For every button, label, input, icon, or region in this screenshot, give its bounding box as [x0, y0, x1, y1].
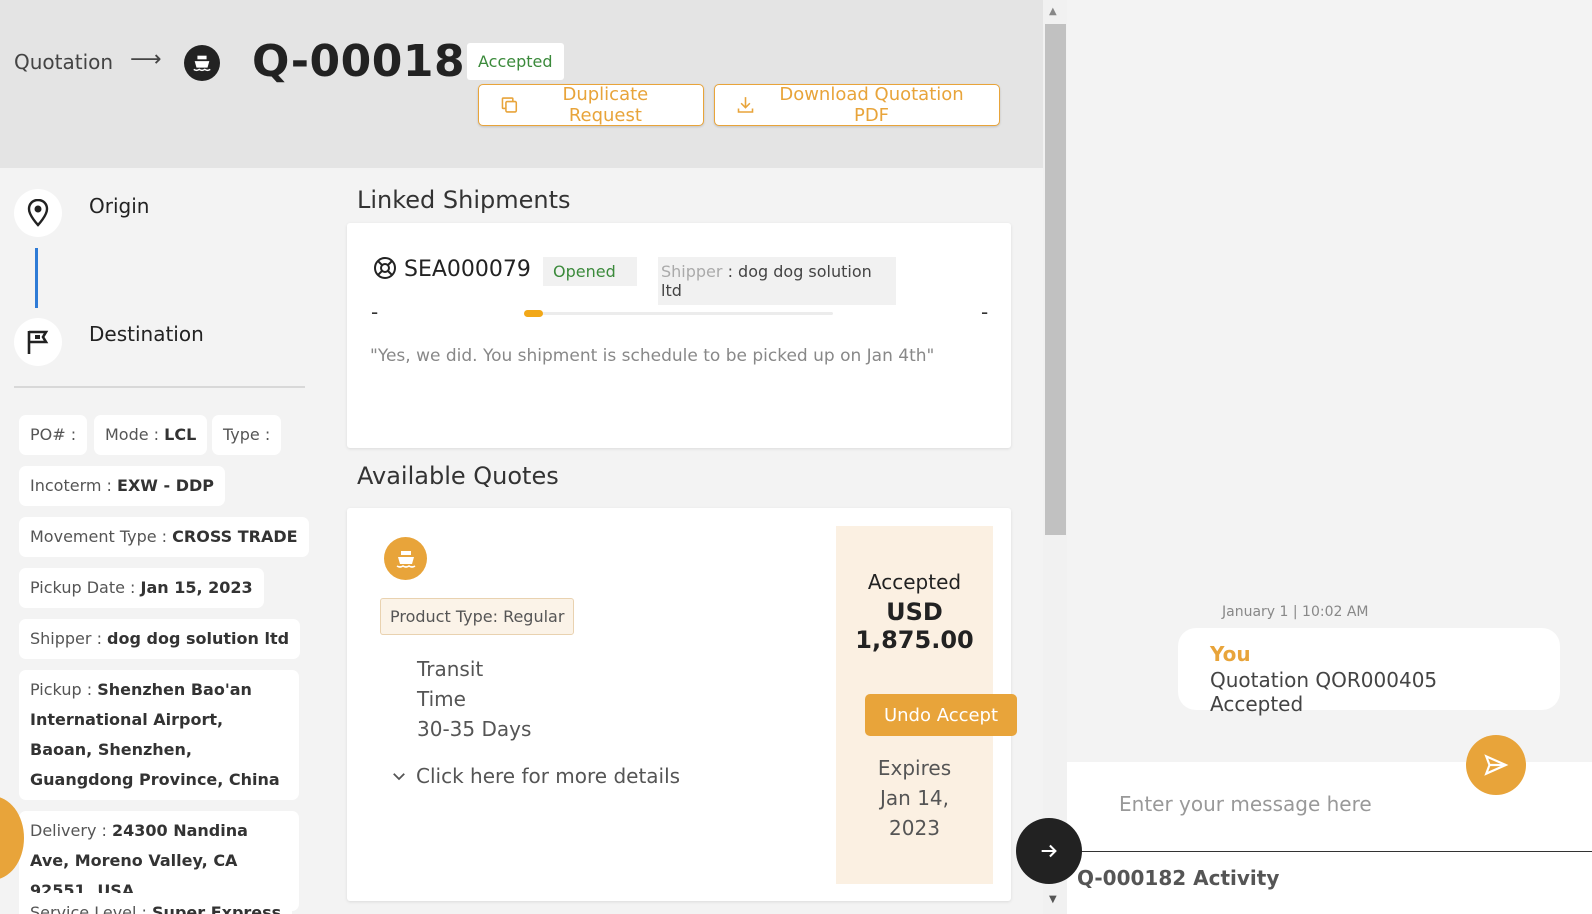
divider — [14, 386, 305, 388]
price-currency: USD — [886, 598, 943, 626]
shipment-progress-fill — [524, 310, 543, 317]
incoterm-label: Incoterm : — [30, 476, 112, 495]
track-start-label: - — [371, 300, 379, 324]
shipment-status-badge: Opened — [543, 257, 637, 286]
shipper-label: Shipper : — [30, 629, 102, 648]
pickup-chip: Pickup : Shenzhen Bao'an International A… — [19, 670, 299, 800]
pickup-date-chip: Pickup Date : Jan 15, 2023 — [19, 568, 264, 608]
movement-type-label: Movement Type : — [30, 527, 168, 546]
mode-value: LCL — [164, 425, 197, 444]
pickup-label: Pickup : — [30, 680, 93, 699]
price-status: Accepted — [867, 570, 962, 594]
pickup-date-label: Pickup Date : — [30, 578, 136, 597]
message-text: Quotation QOR000405 Accepted — [1210, 668, 1438, 716]
shipment-shipper-label: Shipper — [661, 262, 723, 281]
movement-type-value: CROSS TRADE — [172, 527, 298, 546]
service-level-chip: Service Level : Super Express — [19, 893, 293, 914]
scroll-up-icon[interactable]: ▲ — [1049, 6, 1057, 17]
chevron-down-icon — [393, 773, 405, 781]
product-type-tag: Product Type: Regular — [380, 598, 575, 635]
available-quotes-title: Available Quotes — [357, 462, 559, 490]
delivery-label: Delivery : — [30, 821, 107, 840]
shipment-id[interactable]: SEA000079 — [404, 257, 531, 282]
message-sender: You — [1210, 642, 1251, 666]
download-icon — [737, 97, 754, 113]
ship-icon — [184, 45, 220, 81]
mode-label: Mode : — [105, 425, 160, 444]
route-connector — [35, 248, 38, 308]
breadcrumb-quotation[interactable]: Quotation — [14, 50, 113, 74]
transit-label-line2: Time — [417, 687, 466, 711]
scrollbar-thumb[interactable] — [1045, 24, 1066, 535]
activity-title: Q-000182 Activity — [1077, 866, 1280, 890]
transit-time: Transit Time 30-35 Days — [417, 654, 531, 744]
expiry-date: Expires Jan 14, 2023 — [836, 753, 993, 843]
scroll-down-icon[interactable]: ▼ — [1049, 894, 1057, 905]
track-end-label: - — [981, 300, 989, 324]
undo-accept-button[interactable]: Undo Accept — [865, 694, 1017, 736]
linked-shipments-title: Linked Shipments — [357, 186, 571, 214]
shipment-progress-bar — [524, 310, 833, 317]
duplicate-request-label: Duplicate Request — [562, 84, 649, 126]
lifebuoy-icon — [373, 256, 397, 284]
download-pdf-label: Download Quotation PDF — [779, 84, 964, 126]
shipment-card[interactable]: SEA000079 Opened Shipper : dog dog solut… — [347, 223, 1011, 448]
arrow-right-icon — [1041, 844, 1057, 858]
mode-chip: Mode : LCL — [94, 415, 208, 455]
send-button[interactable] — [1466, 735, 1526, 795]
ship-icon — [384, 537, 427, 580]
expires-line1: Jan 14, — [880, 786, 949, 810]
duplicate-request-button[interactable]: Duplicate Request — [478, 84, 704, 126]
page-header: Quotation ⟶ Q-000182 Accepted Duplicate … — [0, 0, 1043, 168]
flag-icon — [14, 318, 62, 366]
download-pdf-button[interactable]: Download Quotation PDF — [714, 84, 1000, 126]
type-label: Type : — [223, 425, 271, 444]
more-details-toggle[interactable]: Click here for more details — [390, 764, 680, 788]
shipment-message: "Yes, we did. You shipment is schedule t… — [370, 346, 935, 366]
breadcrumb-arrow-icon: ⟶ — [130, 47, 162, 72]
copy-icon — [501, 97, 518, 113]
po-chip: PO# : — [19, 415, 88, 455]
origin-label: Origin — [89, 194, 150, 218]
incoterm-chip: Incoterm : EXW - DDP — [19, 466, 225, 506]
service-level-label: Service Level : — [30, 903, 147, 914]
activity-title-bar: Q-000182 Activity — [1067, 851, 1592, 914]
more-details-label: Click here for more details — [416, 764, 681, 788]
message-bubble: You Quotation QOR000405 Accepted — [1178, 628, 1560, 716]
service-level-value: Super Express — [152, 903, 282, 914]
transit-value: 30-35 Days — [417, 717, 532, 741]
expires-line2: 2023 — [889, 816, 940, 840]
send-icon — [1484, 754, 1509, 776]
shipment-shipper-tag: Shipper : dog dog solution ltd — [658, 257, 896, 305]
pickup-date-value: Jan 15, 2023 — [140, 578, 253, 597]
page-title: Q-000182 — [252, 36, 497, 87]
expires-label: Expires — [877, 756, 952, 780]
price-amount: 1,875.00 — [855, 626, 974, 654]
shipper-chip: Shipper : dog dog solution ltd — [19, 619, 301, 659]
shipper-value: dog dog solution ltd — [107, 629, 290, 648]
message-input[interactable] — [1119, 792, 1519, 816]
status-badge: Accepted — [467, 43, 564, 80]
panel-toggle-button[interactable] — [1016, 818, 1082, 884]
movement-type-chip: Movement Type : CROSS TRADE — [19, 517, 309, 557]
po-label: PO# : — [30, 425, 77, 444]
incoterm-value: EXW - DDP — [117, 476, 214, 495]
type-chip: Type : — [212, 415, 282, 455]
message-timestamp: January 1 | 10:02 AM — [1222, 604, 1369, 620]
location-pin-icon — [14, 189, 62, 237]
transit-label-line1: Transit — [417, 657, 484, 681]
destination-label: Destination — [89, 322, 204, 346]
